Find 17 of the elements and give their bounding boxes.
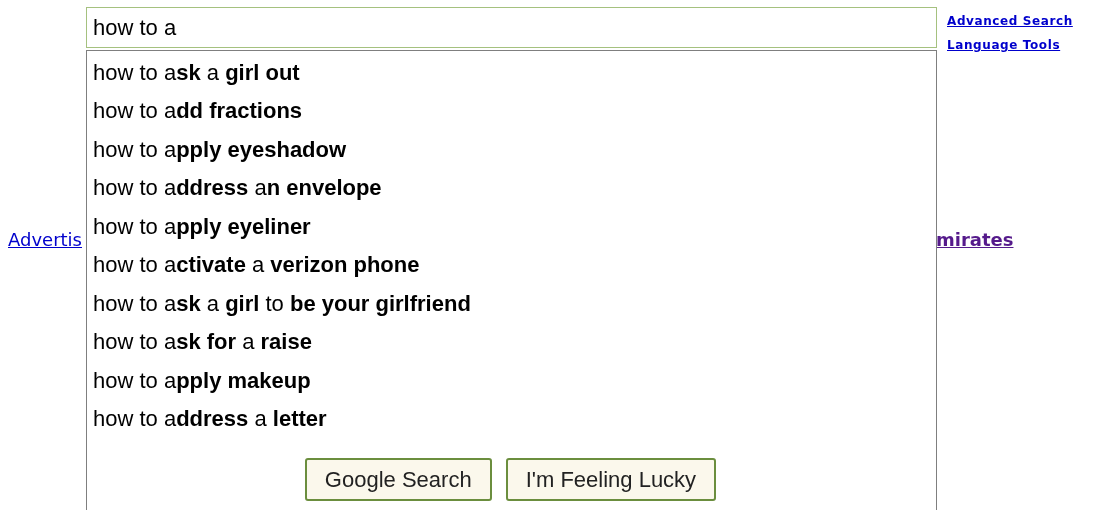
search-button[interactable]: I'm Feeling Lucky: [505, 458, 717, 502]
side-link[interactable]: Advanced Search: [947, 12, 1073, 30]
suggestion-item[interactable]: how to add fractions: [87, 91, 936, 131]
suggestion-item[interactable]: how to activate a verizon phone: [87, 245, 936, 285]
suggestion-item[interactable]: how to ask for a raise: [87, 322, 936, 362]
side-link[interactable]: Language Tools: [947, 36, 1073, 54]
suggestion-item[interactable]: how to address an envelope: [87, 168, 936, 208]
suggestion-item[interactable]: how to apply makeup: [87, 361, 936, 400]
suggestion-item[interactable]: how to ask a girl to be your girlfriend: [87, 284, 936, 323]
page-link[interactable]: mirates: [936, 226, 1014, 253]
search-field[interactable]: how to a: [86, 7, 937, 49]
page-link[interactable]: Advertis: [8, 226, 86, 253]
suggestion-item[interactable]: how to ask a girl out: [87, 53, 936, 92]
suggestion-item[interactable]: how to apply eyeshadow: [87, 130, 936, 169]
search-button[interactable]: Google Search: [304, 458, 492, 502]
suggestion-item[interactable]: how to apply eyeliner: [87, 207, 936, 246]
suggestion-item[interactable]: how to address a letter: [87, 399, 936, 439]
